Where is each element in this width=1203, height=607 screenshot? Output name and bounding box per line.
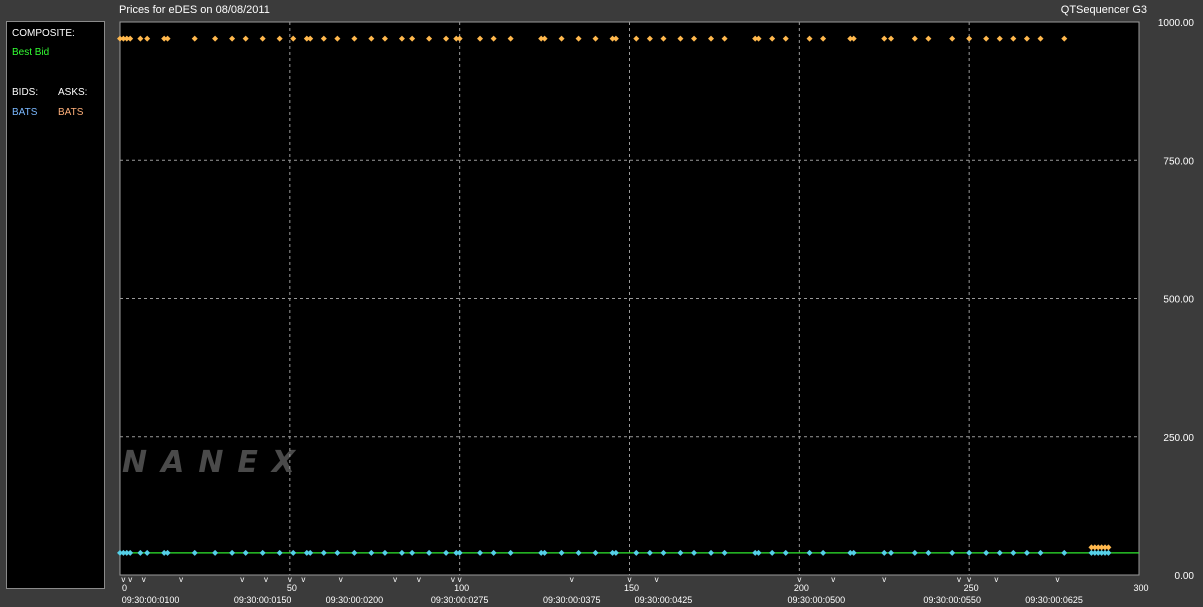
x-tick-label: 0 [122, 583, 127, 593]
time-marker: v [417, 575, 421, 584]
time-label: 09:30:00:0425 [635, 595, 693, 605]
time-marker: v [179, 575, 183, 584]
time-label: 09:30:00:0275 [431, 595, 489, 605]
time-marker: v [128, 575, 132, 584]
time-marker: v [301, 575, 305, 584]
time-marker: v [882, 575, 886, 584]
y-tick-label: 1000.00 [1158, 18, 1195, 29]
time-label: 09:30:00:0625 [1025, 595, 1083, 605]
time-marker: v [121, 575, 125, 584]
y-tick-label: 750.00 [1163, 156, 1194, 167]
time-label: 09:30:00:0500 [788, 595, 846, 605]
time-marker: v [240, 575, 244, 584]
x-tick-label: 150 [624, 583, 639, 593]
time-marker: v [628, 575, 632, 584]
time-marker: v [655, 575, 659, 584]
time-marker: v [994, 575, 998, 584]
x-tick-label: 50 [287, 583, 297, 593]
time-marker: v [458, 575, 462, 584]
time-marker: v [957, 575, 961, 584]
x-tick-label: 200 [794, 583, 809, 593]
time-marker: v [288, 575, 292, 584]
price-chart[interactable]: NANEX 0.00 250.00 500.00 750.00 1000.00 0 50 100… [0, 0, 1203, 607]
time-label: 09:30:00:0150 [234, 595, 292, 605]
time-marker: v [339, 575, 343, 584]
y-tick-label: 250.00 [1163, 433, 1194, 444]
time-label: 09:30:00:0100 [122, 595, 180, 605]
time-marker: v [831, 575, 835, 584]
plot-layer: NANEX 0.00 250.00 500.00 750.00 1000.00 0 50 100… [117, 18, 1194, 605]
time-marker: v [142, 575, 146, 584]
time-marker: v [451, 575, 455, 584]
time-marker: v [1055, 575, 1059, 584]
time-marker: v [264, 575, 268, 584]
time-label: 09:30:00:0200 [326, 595, 384, 605]
x-tick-label: 250 [964, 583, 979, 593]
time-marker: v [967, 575, 971, 584]
y-tick-label: 500.00 [1163, 295, 1194, 306]
time-label: 09:30:00:0550 [923, 595, 981, 605]
x-tick-label: 300 [1133, 583, 1148, 593]
time-label: 09:30:00:0375 [543, 595, 601, 605]
time-marker: v [797, 575, 801, 584]
x-tick-label: 100 [454, 583, 469, 593]
time-marker: v [570, 575, 574, 584]
app-window: Prices for eDES on 08/08/2011 QTSequence… [0, 0, 1203, 607]
time-marker: v [393, 575, 397, 584]
watermark: NANEX [122, 445, 309, 480]
y-tick-label: 0.00 [1175, 571, 1195, 582]
